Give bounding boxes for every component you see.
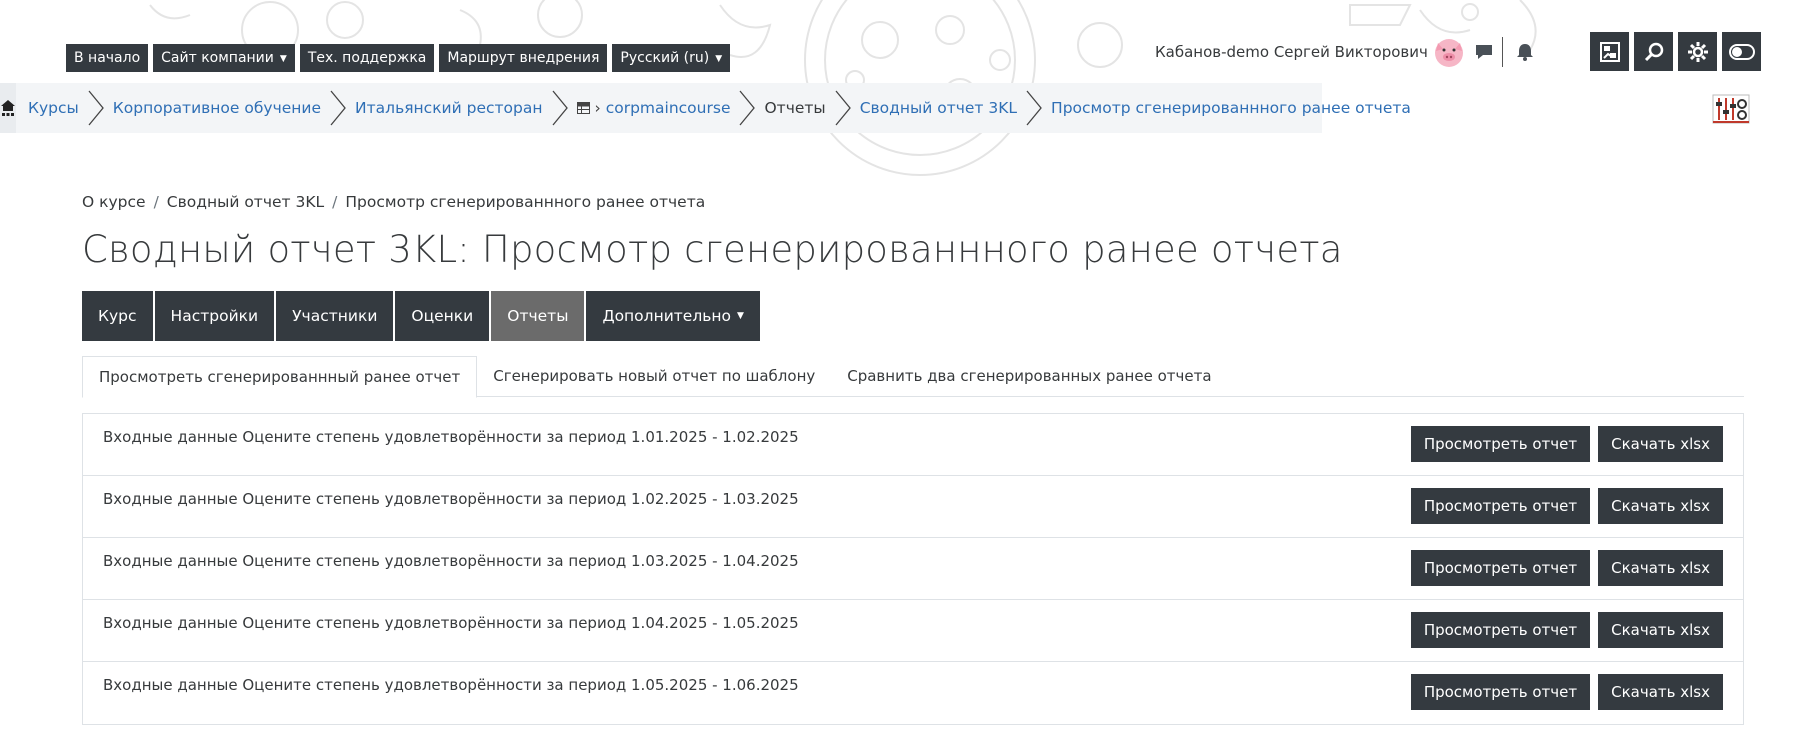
page-breadcrumb-item: Просмотр сгенерированнного ранее отчета: [345, 193, 706, 211]
pig-avatar-icon[interactable]: [1432, 35, 1466, 69]
breadcrumb: Курсы Корпоративное обучение Итальянский…: [0, 83, 1411, 133]
divider: [1501, 37, 1503, 67]
breadcrumb-item-label: corpmaincourse: [605, 99, 731, 117]
list-item: Входные данные Оцените степень удовлетво…: [83, 662, 1743, 724]
user-name[interactable]: Кабанов-demo Сергей Викторович: [1155, 43, 1428, 61]
list-item: Входные данные Оцените степень удовлетво…: [83, 414, 1743, 476]
tab-label: Отчеты: [507, 307, 569, 325]
tab-settings[interactable]: Настройки: [154, 291, 275, 341]
tab-more-dropdown[interactable]: Дополнительно ▼: [586, 291, 760, 341]
bell-icon[interactable]: [1511, 38, 1539, 66]
tab-course[interactable]: Курс: [82, 291, 153, 341]
tab-label: Курс: [98, 307, 137, 325]
tab-participants[interactable]: Участники: [276, 291, 394, 341]
page-breadcrumb-item[interactable]: О курсе: [82, 193, 146, 211]
chevron-down-icon: ▼: [279, 54, 287, 64]
page-breadcrumb-item[interactable]: Сводный отчет 3KL: [167, 193, 324, 211]
page-breadcrumb-separator: /: [153, 193, 159, 211]
chevron-down-icon: ▼: [715, 54, 723, 64]
tab-generate-new-report[interactable]: Сгенерировать новый отчет по шаблону: [477, 356, 831, 397]
download-xlsx-button[interactable]: Скачать xlsx: [1598, 488, 1723, 524]
breadcrumb-item-reports: Отчеты: [764, 99, 826, 117]
gear-icon[interactable]: [1678, 32, 1717, 71]
tab-label: Участники: [292, 307, 378, 325]
breadcrumb-separator-icon: [88, 90, 104, 126]
report-actions: Просмотреть отчет Скачать xlsx: [1410, 488, 1723, 524]
page-breadcrumb: О курсе / Сводный отчет 3KL / Просмотр с…: [82, 193, 705, 211]
download-xlsx-button[interactable]: Скачать xlsx: [1598, 550, 1723, 586]
toolbar: [1590, 32, 1761, 71]
list-item: Входные данные Оцените степень удовлетво…: [83, 538, 1743, 600]
download-xlsx-button[interactable]: Скачать xlsx: [1598, 426, 1723, 462]
course-nav-tabs: Курс Настройки Участники Оценки Отчеты Д…: [82, 291, 760, 341]
breadcrumb-separator-icon: [739, 90, 756, 126]
list-item: Входные данные Оцените степень удовлетво…: [83, 476, 1743, 538]
list-item: Входные данные Оцените степень удовлетво…: [83, 600, 1743, 662]
nav-item-label: Маршрут внедрения: [447, 50, 600, 66]
nav-support-link[interactable]: Тех. поддержка: [299, 44, 435, 72]
chevron-down-icon: ▼: [737, 311, 744, 321]
report-description: Входные данные Оцените степень удовлетво…: [103, 676, 799, 694]
view-report-button[interactable]: Просмотреть отчет: [1410, 674, 1591, 710]
report-sub-tabs: Просмотреть сгенерированнный ранее отчет…: [82, 356, 1744, 398]
breadcrumb-item-view-report[interactable]: Просмотр сгенерированнного ранее отчета: [1051, 99, 1411, 117]
tab-compare-reports[interactable]: Сравнить два сгенерированных ранее отчет…: [831, 356, 1227, 397]
breadcrumb-separator-icon: [835, 90, 851, 126]
tab-grades[interactable]: Оценки: [395, 291, 490, 341]
tab-label: Оценки: [411, 307, 474, 325]
nav-language-dropdown[interactable]: Русский (ru) ▼: [612, 44, 731, 72]
search-icon[interactable]: [1634, 32, 1673, 71]
breadcrumb-item-corporate[interactable]: Корпоративное обучение: [113, 99, 321, 117]
view-report-button[interactable]: Просмотреть отчет: [1410, 550, 1591, 586]
breadcrumb-item-restaurant[interactable]: Итальянский ресторан: [355, 99, 542, 117]
course-table-icon: [576, 102, 590, 114]
tab-label: Настройки: [170, 307, 259, 325]
report-actions: Просмотреть отчет Скачать xlsx: [1410, 674, 1723, 710]
report-description: Входные данные Оцените степень удовлетво…: [103, 428, 799, 446]
toggle-icon[interactable]: [1722, 32, 1761, 71]
chevron-right-icon: ›: [594, 99, 601, 117]
view-report-button[interactable]: Просмотреть отчет: [1410, 612, 1591, 648]
view-report-button[interactable]: Просмотреть отчет: [1410, 426, 1591, 462]
breadcrumb-separator-icon: [1026, 90, 1042, 126]
nav-home-link[interactable]: В начало: [66, 44, 149, 72]
nav-item-label: Русский (ru): [620, 50, 710, 66]
report-description: Входные данные Оцените степень удовлетво…: [103, 490, 799, 508]
report-actions: Просмотреть отчет Скачать xlsx: [1410, 612, 1723, 648]
download-xlsx-button[interactable]: Скачать xlsx: [1598, 674, 1723, 710]
download-xlsx-button[interactable]: Скачать xlsx: [1598, 612, 1723, 648]
user-menu: Кабанов-demo Сергей Викторович: [1155, 34, 1539, 70]
home-icon[interactable]: [0, 83, 16, 133]
page-breadcrumb-separator: /: [332, 193, 338, 211]
report-description: Входные данные Оцените степень удовлетво…: [103, 614, 799, 632]
tab-label: Дополнительно: [602, 307, 732, 325]
report-actions: Просмотреть отчет Скачать xlsx: [1410, 550, 1723, 586]
nav-company-site-dropdown[interactable]: Сайт компании ▼: [153, 44, 295, 72]
dashboard-icon[interactable]: [1590, 32, 1629, 71]
breadcrumb-item-summary-report[interactable]: Сводный отчет 3KL: [860, 99, 1017, 117]
chat-icon[interactable]: [1470, 38, 1498, 66]
nav-item-label: В начало: [74, 50, 141, 66]
top-navbar: В начало Сайт компании ▼ Тех. поддержка М…: [66, 44, 731, 72]
breadcrumb-separator-icon: [330, 90, 346, 126]
nav-route-link[interactable]: Маршрут внедрения: [439, 44, 608, 72]
report-actions: Просмотреть отчет Скачать xlsx: [1410, 426, 1723, 462]
view-report-button[interactable]: Просмотреть отчет: [1410, 488, 1591, 524]
report-description: Входные данные Оцените степень удовлетво…: [103, 552, 799, 570]
breadcrumb-item-courses[interactable]: Курсы: [28, 99, 79, 117]
nav-item-label: Сайт компании: [161, 50, 274, 66]
breadcrumb-separator-icon: [552, 90, 568, 126]
breadcrumb-item-course[interactable]: › corpmaincourse: [576, 99, 731, 117]
tab-view-generated-report[interactable]: Просмотреть сгенерированнный ранее отчет: [82, 356, 478, 398]
report-list: Входные данные Оцените степень удовлетво…: [82, 413, 1744, 725]
tab-reports[interactable]: Отчеты: [491, 291, 585, 341]
mixer-icon[interactable]: [1712, 94, 1750, 128]
nav-item-label: Тех. поддержка: [307, 50, 427, 66]
page-title: Сводный отчет 3KL: Просмотр сгенерирован…: [82, 228, 1343, 271]
breadcrumb-list: Курсы Корпоративное обучение Итальянский…: [28, 83, 1411, 133]
